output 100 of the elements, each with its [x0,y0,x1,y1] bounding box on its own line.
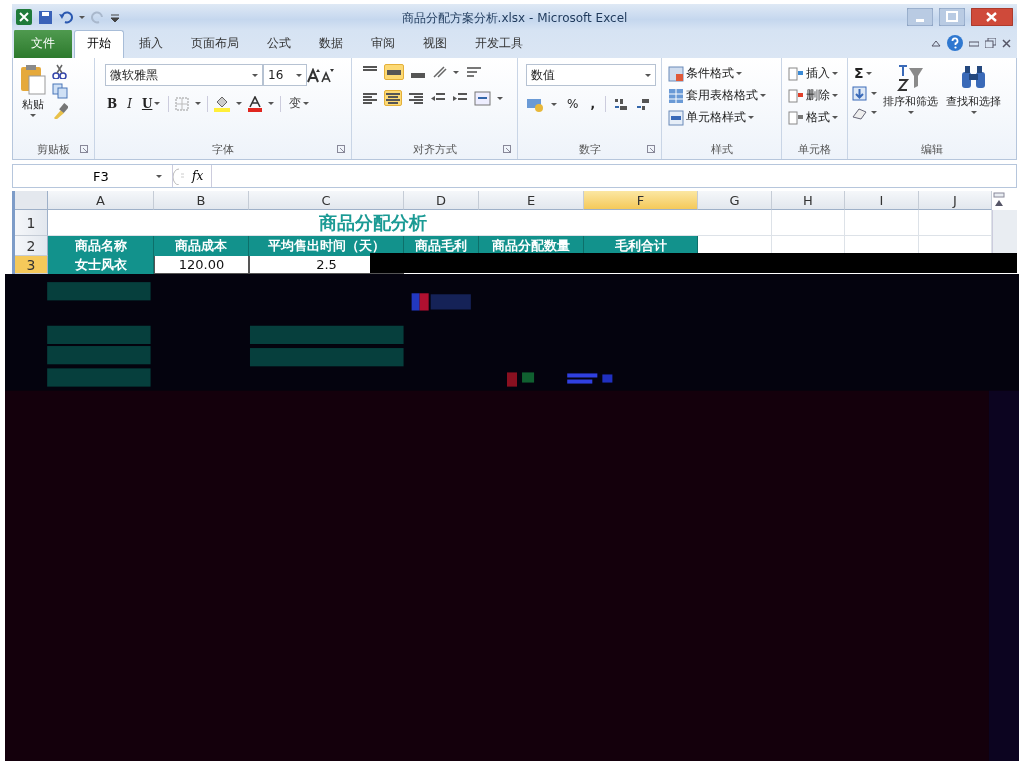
undo-icon[interactable] [59,10,73,24]
caret-icon[interactable] [871,111,877,114]
font-name-field[interactable]: 微软雅黑 [105,64,263,86]
wrap-text-icon[interactable] [465,65,483,79]
ribbon-tab[interactable]: 插入 [126,30,176,58]
caret-icon[interactable] [154,102,161,105]
row-header[interactable]: 3 [15,256,48,274]
caret-icon[interactable] [497,96,503,100]
caret-icon[interactable] [268,102,275,105]
bold-button[interactable]: B [105,95,120,112]
row-header[interactable]: 1 [15,210,48,236]
ribbon-tab[interactable]: 文件 [14,29,72,58]
font-size-field[interactable]: 16 [263,64,307,86]
dialog-launcher-icon[interactable] [337,145,345,153]
underline-button[interactable]: U [139,95,163,112]
align-center-icon[interactable] [385,91,401,105]
caret-icon[interactable] [303,102,310,105]
caret-icon[interactable] [970,111,977,114]
caret-icon[interactable] [748,116,754,119]
ribbon-tab[interactable]: 页面布局 [178,30,252,58]
caret-icon[interactable] [551,102,557,106]
caret-icon[interactable] [79,15,85,19]
caret-icon[interactable] [907,111,914,114]
format-cells-button[interactable]: 格式 [786,108,840,127]
caret-icon[interactable] [453,70,459,74]
ribbon-tab[interactable]: 公式 [254,30,304,58]
caret-icon[interactable] [29,114,36,117]
close-button[interactable] [971,8,1013,26]
caret-icon[interactable] [865,71,872,75]
ribbon-tab[interactable]: 视图 [410,30,460,58]
caret-icon[interactable] [832,94,838,97]
font-color-icon[interactable] [248,95,263,112]
percent-button[interactable]: % [565,96,581,112]
column-header[interactable]: C [249,191,404,210]
column-header[interactable]: E [479,191,584,210]
clipboard-icon[interactable] [19,64,46,95]
increase-decimal-icon[interactable] [613,97,628,111]
help-icon[interactable] [947,35,963,51]
merge-cells-icon[interactable] [474,90,491,106]
name-box[interactable]: F3 [13,165,173,187]
column-header[interactable]: J [919,191,992,210]
fill-icon[interactable] [852,86,867,101]
table-format-button[interactable]: 套用表格格式 [666,86,768,105]
insert-cells-button[interactable]: 插入 [786,64,840,83]
caret-icon[interactable] [871,92,877,95]
dialog-launcher-icon[interactable] [503,145,511,153]
number-format-field[interactable]: 数值 [526,64,656,86]
paste-button[interactable]: 粘贴 [17,64,48,117]
column-header[interactable]: I [845,191,919,210]
caret-icon[interactable] [832,72,838,75]
comma-button[interactable]: , [588,96,597,112]
column-header[interactable]: A [48,191,154,210]
caret-icon[interactable] [296,73,302,77]
insert-function-button[interactable]: fx [184,169,212,183]
decrease-decimal-icon[interactable] [635,97,650,111]
caret-icon[interactable] [156,174,162,178]
autosum-button[interactable]: Σ [852,64,877,82]
ribbon-tab[interactable]: 数据 [306,30,356,58]
caret-icon[interactable] [252,73,258,77]
split-box-icon[interactable] [992,191,1006,207]
close-window-icon[interactable] [1002,38,1011,48]
dialog-launcher-icon[interactable] [80,145,88,153]
text-orientation-icon[interactable] [432,65,447,79]
phonetic-button[interactable]: 变 [287,94,312,113]
align-right-icon[interactable] [408,91,424,105]
grow-font-icon[interactable] [307,67,321,83]
caret-icon[interactable] [736,72,742,75]
column-header[interactable]: B [154,191,249,210]
row-header[interactable]: 2 [15,236,48,256]
caret-icon[interactable] [236,102,243,105]
ribbon-tab[interactable]: 开发工具 [462,30,536,58]
delete-cells-button[interactable]: 删除 [786,86,840,105]
currency-icon[interactable] [526,96,543,112]
excel-logo-icon[interactable] [16,9,32,25]
clear-icon[interactable] [852,105,867,120]
collapse-ribbon-icon[interactable] [931,38,941,48]
shrink-font-icon[interactable] [321,67,334,83]
save-icon[interactable] [38,9,53,25]
conditional-format-button[interactable]: 条件格式 [666,64,768,83]
fill-color-icon[interactable] [214,95,231,112]
caret-icon[interactable] [760,94,766,97]
align-left-icon[interactable] [362,91,378,105]
sort-filter-icon[interactable] [897,64,924,92]
customize-toolbar-icon[interactable] [111,12,119,22]
column-header[interactable]: G [698,191,772,210]
restore-window-icon[interactable] [985,38,996,48]
caret-icon[interactable] [832,116,838,119]
sort-filter-button[interactable]: 排序和筛选 [881,64,940,114]
dialog-launcher-icon[interactable] [647,145,655,153]
minimize-window-icon[interactable] [969,39,979,47]
format-painter-icon[interactable] [52,103,68,119]
cell-styles-button[interactable]: 单元格样式 [666,108,768,127]
caret-icon[interactable] [195,102,202,105]
cut-icon[interactable] [52,64,67,79]
ribbon-tab[interactable]: 开始 [74,30,124,58]
find-select-button[interactable]: 查找和选择 [944,64,1003,114]
ribbon-tab[interactable]: 审阅 [358,30,408,58]
column-header[interactable]: F [584,191,698,210]
column-header[interactable]: D [404,191,479,210]
italic-button[interactable]: I [125,95,134,112]
